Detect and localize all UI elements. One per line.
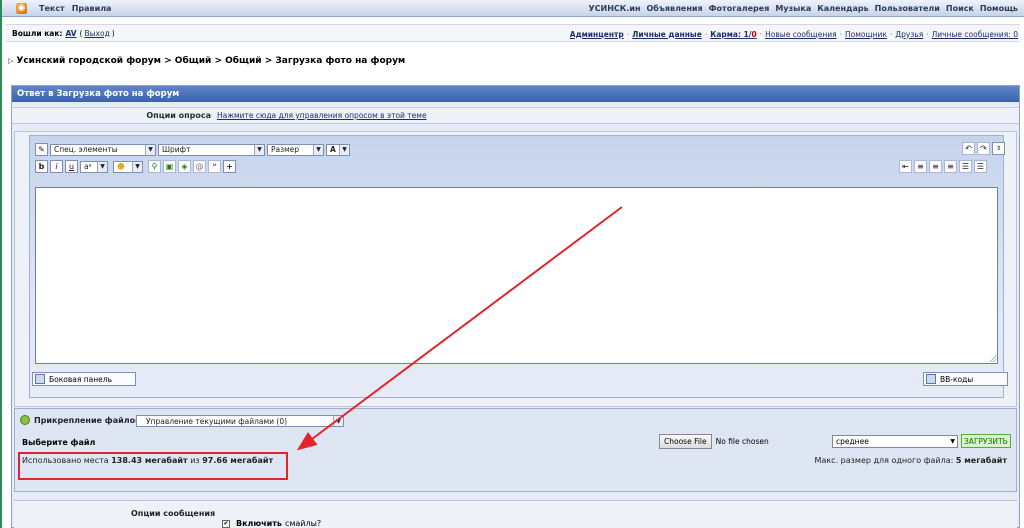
annotation-arrow [296, 206, 623, 451]
